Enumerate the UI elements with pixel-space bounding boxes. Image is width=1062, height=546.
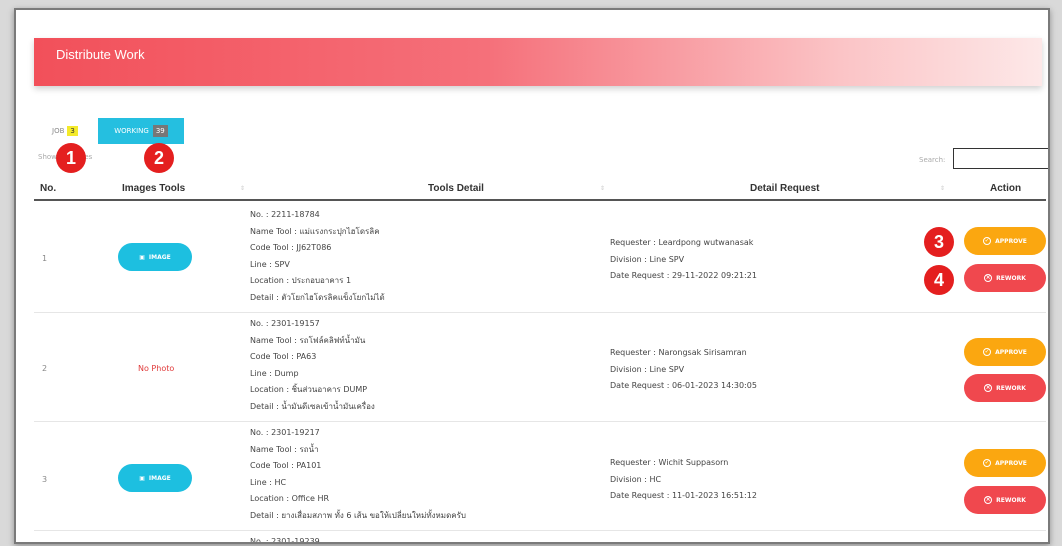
detail-description: Detail : ยางเสื่อมสภาพ ทั้ง 6 เส้น ขอให้… (250, 510, 467, 520)
x-circle-icon: × (984, 496, 993, 504)
date-request: Date Request : 29-11-2022 09:21:21 (610, 271, 757, 281)
image-button[interactable]: ▣ IMAGE (118, 464, 192, 492)
table-row: No. : 2301-19239 (34, 532, 1046, 544)
page-header-banner: Distribute Work (34, 38, 1042, 86)
detail-location: Location : ประกอบอาคาร 1 (250, 276, 352, 286)
table-row: 1 ▣ IMAGE No. : 2211-18784 Name Tool : แ… (34, 205, 1046, 313)
detail-request-cell: Requester : Wichit Suppasorn Division : … (610, 455, 757, 505)
header-tools-detail[interactable]: Tools Detail (428, 183, 484, 194)
header-action[interactable]: Action (990, 183, 1021, 194)
date-request: Date Request : 06-01-2023 14:30:05 (610, 381, 757, 391)
rework-label: REWORK (996, 496, 1026, 504)
detail-code-tool: Code Tool : JJ62T086 (250, 243, 332, 253)
header-images-tools[interactable]: Images Tools (122, 183, 185, 194)
check-circle-icon: ✓ (983, 348, 992, 356)
tab-job[interactable]: JOB 3 (52, 126, 78, 136)
rework-button[interactable]: × REWORK (964, 264, 1046, 292)
image-button-label: IMAGE (148, 474, 171, 482)
division: Division : Line SPV (610, 254, 685, 264)
detail-line: Line : HC (250, 477, 287, 487)
approve-label: APPROVE (995, 459, 1027, 467)
detail-no: No. : 2301-19239 (250, 537, 320, 544)
search-label: Search: (919, 156, 946, 164)
date-request: Date Request : 11-01-2023 16:51:12 (610, 491, 757, 501)
page-title: Distribute Work (56, 47, 145, 62)
detail-description: Detail : น้ำมันดีเซลเข้าน้ำมันเครื่อง (250, 401, 375, 411)
detail-line: Line : Dump (250, 368, 299, 378)
header-detail-request[interactable]: Detail Request (750, 183, 819, 194)
header-no[interactable]: No. (40, 183, 56, 194)
row-number: 2 (42, 364, 48, 373)
search-input[interactable] (953, 148, 1048, 169)
tab-working[interactable]: WORKING 39 (98, 118, 184, 144)
annotation-marker-1: 1 (56, 143, 86, 173)
table-row: 2 No Photo No. : 2301-19157 Name Tool : … (34, 314, 1046, 422)
approve-label: APPROVE (995, 348, 1027, 356)
detail-location: Location : Office HR (250, 494, 330, 504)
sort-icon[interactable]: ⇕ (240, 185, 245, 192)
image-icon: ▣ (139, 474, 145, 482)
approve-button[interactable]: ✓ APPROVE (964, 449, 1046, 477)
row-number: 1 (42, 254, 48, 263)
detail-line: Line : SPV (250, 259, 290, 269)
approve-button[interactable]: ✓ APPROVE (964, 227, 1046, 255)
job-count-badge: 3 (67, 126, 78, 136)
requester: Requester : Leardpong wutwanasak (610, 238, 754, 247)
image-button[interactable]: ▣ IMAGE (118, 243, 192, 271)
detail-location: Location : ชิ้นส่วนอาคาร DUMP (250, 385, 368, 395)
detail-name-tool: Name Tool : รถน้ำ (250, 444, 319, 454)
tools-detail-cell: No. : 2301-19239 (250, 534, 320, 544)
image-button-label: IMAGE (148, 253, 171, 261)
detail-request-cell: Requester : Narongsak Sirisamran Divisio… (610, 345, 757, 395)
app-window: Distribute Work JOB 3 WORKING 39 Show ..… (14, 8, 1050, 544)
detail-no: No. : 2301-19217 (250, 428, 320, 437)
table-row: 3 ▣ IMAGE No. : 2301-19217 Name Tool : ร… (34, 423, 1046, 531)
rework-label: REWORK (996, 384, 1026, 392)
detail-code-tool: Code Tool : PA63 (250, 352, 317, 362)
approve-button[interactable]: ✓ APPROVE (964, 338, 1046, 366)
sort-icon[interactable]: ⇕ (600, 185, 605, 192)
annotation-marker-3: 3 (924, 227, 954, 257)
rework-button[interactable]: × REWORK (964, 374, 1046, 402)
x-circle-icon: × (984, 274, 993, 282)
image-icon: ▣ (139, 253, 145, 261)
detail-code-tool: Code Tool : PA101 (250, 461, 322, 471)
table-header: No. Images Tools ⇕ Tools Detail ⇕ Detail… (34, 179, 1046, 201)
x-circle-icon: × (984, 384, 993, 392)
detail-no: No. : 2211-18784 (250, 210, 320, 219)
detail-no: No. : 2301-19157 (250, 319, 320, 328)
tab-job-label: JOB (52, 127, 65, 135)
detail-name-tool: Name Tool : แม่แรงกระปุกไฮโดรลิค (250, 226, 380, 236)
annotation-marker-4: 4 (924, 265, 954, 295)
tools-detail-cell: No. : 2301-19217 Name Tool : รถน้ำ Code … (250, 425, 466, 525)
working-count-badge: 39 (152, 125, 168, 137)
division: Division : HC (610, 474, 662, 484)
detail-name-tool: Name Tool : รถโฟล์คลิฟท์น้ำมัน (250, 335, 366, 345)
annotation-marker-2: 2 (144, 143, 174, 173)
requester: Requester : Wichit Suppasorn (610, 458, 729, 467)
requester: Requester : Narongsak Sirisamran (610, 348, 747, 357)
check-circle-icon: ✓ (983, 237, 992, 245)
tab-working-label: WORKING (114, 127, 149, 135)
rework-button[interactable]: × REWORK (964, 486, 1046, 514)
row-number: 3 (42, 475, 48, 484)
check-circle-icon: ✓ (983, 459, 992, 467)
rework-label: REWORK (996, 274, 1026, 282)
sort-icon[interactable]: ⇕ (940, 185, 945, 192)
no-photo-text: No Photo (138, 364, 175, 373)
tools-detail-cell: No. : 2301-19157 Name Tool : รถโฟล์คลิฟท… (250, 316, 375, 416)
approve-label: APPROVE (995, 237, 1027, 245)
division: Division : Line SPV (610, 364, 685, 374)
tools-detail-cell: No. : 2211-18784 Name Tool : แม่แรงกระปุ… (250, 207, 385, 307)
detail-request-cell: Requester : Leardpong wutwanasak Divisio… (610, 235, 757, 285)
detail-description: Detail : ตัวโยกไฮโดรลิคแข็งโยกไม่ได้ (250, 292, 385, 302)
